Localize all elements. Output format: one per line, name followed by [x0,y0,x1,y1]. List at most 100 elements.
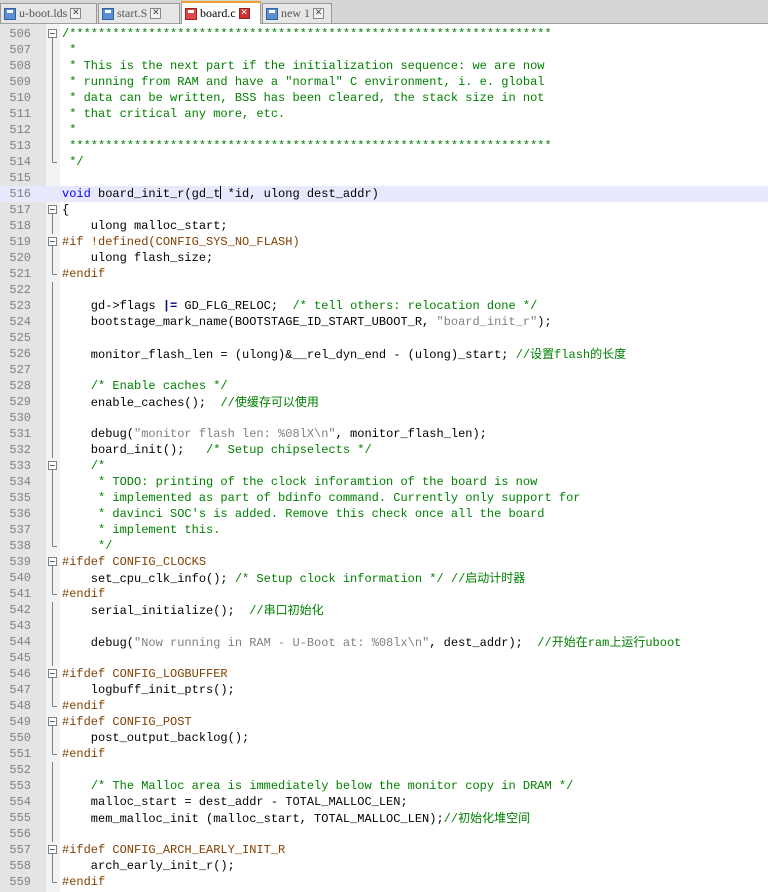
tab-start-s[interactable]: start.S ✕ [98,3,180,23]
code-text: debug("monitor flash len: %08lX\n", moni… [62,426,487,442]
code-token: "board_init_r" [436,315,538,329]
code-line[interactable]: 533 /* [0,458,768,474]
line-number: 526 [9,347,31,361]
fold-toggle-icon[interactable] [48,842,58,858]
fold-toggle-icon[interactable] [48,554,58,570]
fold-toggle-icon[interactable] [48,458,58,474]
code-token: * TODO: printing of the clock inforamtio… [62,475,538,489]
code-line[interactable]: 514 */ [0,154,768,170]
close-icon[interactable]: ✕ [313,8,324,19]
code-line[interactable]: 513 ************************************… [0,138,768,154]
code-line[interactable]: 537 * implement this. [0,522,768,538]
line-number: 528 [9,379,31,393]
close-icon[interactable]: ✕ [70,8,82,19]
code-line[interactable]: 553 /* The Malloc area is immediately be… [0,778,768,794]
code-line[interactable]: 522 [0,282,768,298]
current-code-line[interactable]: 516 void board_init_r(gd_t *id, ulong des… [0,186,768,202]
code-line[interactable]: 554 malloc_start = dest_addr - TOTAL_MAL… [0,794,768,810]
code-line[interactable]: 508 * This is the next part if the initi… [0,58,768,74]
code-editor[interactable]: 506/************************************… [0,24,768,892]
code-line[interactable]: 534 * TODO: printing of the clock infora… [0,474,768,490]
code-text: mem_malloc_init (malloc_start, TOTAL_MAL… [62,810,530,827]
code-line[interactable]: 543 [0,618,768,634]
code-line[interactable]: 540 set_cpu_clk_info(); /* Setup clock i… [0,570,768,586]
code-token: * [62,43,77,57]
code-line[interactable]: 515 [0,170,768,186]
code-line[interactable]: 550 post_output_backlog(); [0,730,768,746]
fold-toggle-icon[interactable] [48,666,58,682]
code-line[interactable]: 506 /************************************… [0,26,768,42]
fold-toggle-icon[interactable] [48,202,58,218]
fold-toggle-icon[interactable] [48,234,58,250]
code-line[interactable]: 551 #endif [0,746,768,762]
code-line[interactable]: 557 #ifdef CONFIG_ARCH_EARLY_INIT_R [0,842,768,858]
code-line[interactable]: 524 bootstage_mark_name(BOOTSTAGE_ID_STA… [0,314,768,330]
code-line[interactable]: 555 mem_malloc_init (malloc_start, TOTAL… [0,810,768,826]
code-token: /* [90,459,106,473]
tab-board-c[interactable]: board.c ✕ [181,1,261,24]
code-line[interactable]: 559 #endif [0,874,768,890]
code-text: #endif [62,874,105,890]
line-number: 551 [9,747,31,761]
code-line[interactable]: 544 debug("Now running in RAM - U-Boot a… [0,634,768,650]
code-line[interactable]: 531 debug("monitor flash len: %08lX\n", … [0,426,768,442]
code-line[interactable]: 507 * [0,42,768,58]
code-line[interactable]: 529 enable_caches(); //使缓存可以使用 [0,394,768,410]
code-line[interactable]: 547 logbuff_init_ptrs(); [0,682,768,698]
line-number: 515 [9,171,31,185]
code-line[interactable]: 552 [0,762,768,778]
code-line[interactable]: 523 gd->flags |= GD_FLG_RELOC; /* tell o… [0,298,768,314]
tab-u-boot-lds[interactable]: u-boot.lds ✕ [0,3,97,23]
fold-line-icon [48,122,58,138]
close-icon[interactable]: ✕ [238,8,250,19]
code-line[interactable]: 528 /* Enable caches */ [0,378,768,394]
line-number: 512 [9,123,31,137]
code-line[interactable]: 538 */ [0,538,768,554]
line-number: 537 [9,523,31,537]
line-number: 549 [9,715,31,729]
code-text: monitor_flash_len = (ulong)&__rel_dyn_en… [62,346,626,363]
code-line[interactable]: 541 #endif [0,586,768,602]
code-line[interactable]: 517 { [0,202,768,218]
fold-toggle-icon[interactable] [48,714,58,730]
code-line[interactable]: 521 #endif [0,266,768,282]
code-line[interactable]: 518 ulong malloc_start; [0,218,768,234]
code-line[interactable]: 536 * davinci SOC's is added. Remove thi… [0,506,768,522]
code-line[interactable]: 509 * running from RAM and have a "norma… [0,74,768,90]
code-text: debug("Now running in RAM - U-Boot at: %… [62,634,682,651]
fold-toggle-icon[interactable] [48,26,58,42]
line-number: 521 [9,267,31,281]
code-line[interactable]: 520 ulong flash_size; [0,250,768,266]
code-token: enable_caches(); [62,396,221,410]
close-icon[interactable]: ✕ [150,8,162,19]
fold-line-icon [48,538,58,554]
code-token: #ifdef CONFIG_CLOCKS [62,555,207,569]
code-line[interactable]: 539 #ifdef CONFIG_CLOCKS [0,554,768,570]
code-token: * This is the next part if the initializ… [62,59,545,73]
code-line[interactable]: 549 #ifdef CONFIG_POST [0,714,768,730]
code-token: "monitor flash len: %08lX\n" [134,427,336,441]
code-line[interactable]: 545 [0,650,768,666]
code-line[interactable]: 558 arch_early_init_r(); [0,858,768,874]
code-line[interactable]: 526 monitor_flash_len = (ulong)&__rel_dy… [0,346,768,362]
code-line[interactable]: 532 board_init(); /* Setup chipselects *… [0,442,768,458]
code-line[interactable]: 546 #ifdef CONFIG_LOGBUFFER [0,666,768,682]
code-line[interactable]: 556 [0,826,768,842]
code-line[interactable]: 519 #if !defined(CONFIG_SYS_NO_FLASH) [0,234,768,250]
code-token: * data can be written, BSS has been clea… [62,91,545,105]
code-line[interactable]: 527 [0,362,768,378]
line-number: 511 [9,107,31,121]
code-line[interactable]: 511 * that critical any more, etc. [0,106,768,122]
tab-new-1[interactable]: new 1 ✕ [262,3,332,23]
code-line[interactable]: 525 [0,330,768,346]
code-token: set_cpu_clk_info(); [62,572,235,586]
line-number: 533 [9,459,31,473]
fold-line-icon [48,650,58,666]
code-line[interactable]: 548 #endif [0,698,768,714]
code-line[interactable]: 542 serial_initialize(); //串口初始化 [0,602,768,618]
code-line[interactable]: 535 * implemented as part of bdinfo comm… [0,490,768,506]
code-line[interactable]: 510 * data can be written, BSS has been … [0,90,768,106]
code-line[interactable]: 512 * [0,122,768,138]
code-line[interactable]: 530 [0,410,768,426]
